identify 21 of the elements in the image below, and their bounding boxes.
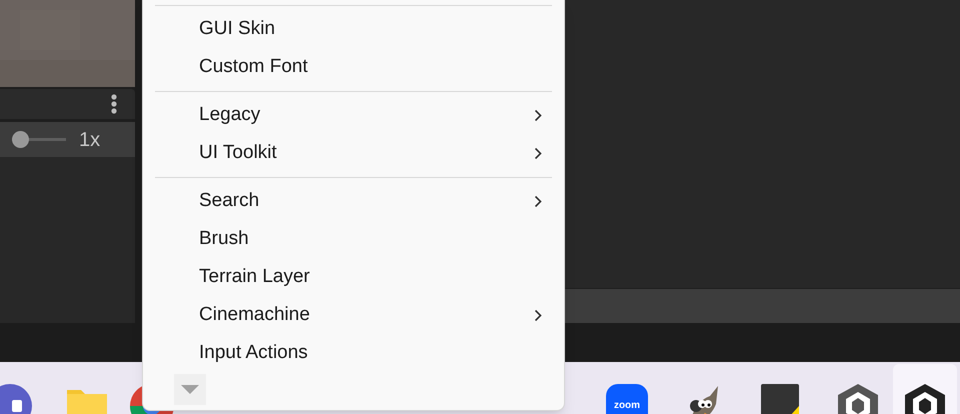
taskbar-button[interactable] <box>893 364 957 414</box>
menu-item[interactable]: Input Actions <box>155 334 552 372</box>
triangle-down-icon <box>181 385 199 394</box>
more-options-icon[interactable] <box>111 94 117 114</box>
menu-item[interactable]: GUI Skin <box>155 10 552 48</box>
menu-item[interactable]: UI Toolkit <box>155 134 552 172</box>
taskbar-button[interactable]: zoom <box>595 364 659 414</box>
chevron-right-icon <box>534 108 542 122</box>
menu-item[interactable]: Search <box>155 182 552 220</box>
speed-slider[interactable] <box>12 130 66 148</box>
menu-item[interactable]: Custom Font <box>155 48 552 86</box>
menu-item[interactable]: Cinemachine <box>155 296 552 334</box>
chevron-right-icon <box>534 308 542 322</box>
video-call-app-icon: zoom <box>606 384 648 414</box>
chevron-right-icon <box>534 146 542 160</box>
menu-item[interactable]: Brush <box>155 220 552 258</box>
speed-value: 1x <box>79 128 100 152</box>
menu-item[interactable]: Legacy <box>155 96 552 134</box>
slider-thumb[interactable] <box>12 131 29 148</box>
menu-item[interactable]: Terrain Layer <box>155 258 552 296</box>
chevron-right-icon <box>534 194 542 208</box>
